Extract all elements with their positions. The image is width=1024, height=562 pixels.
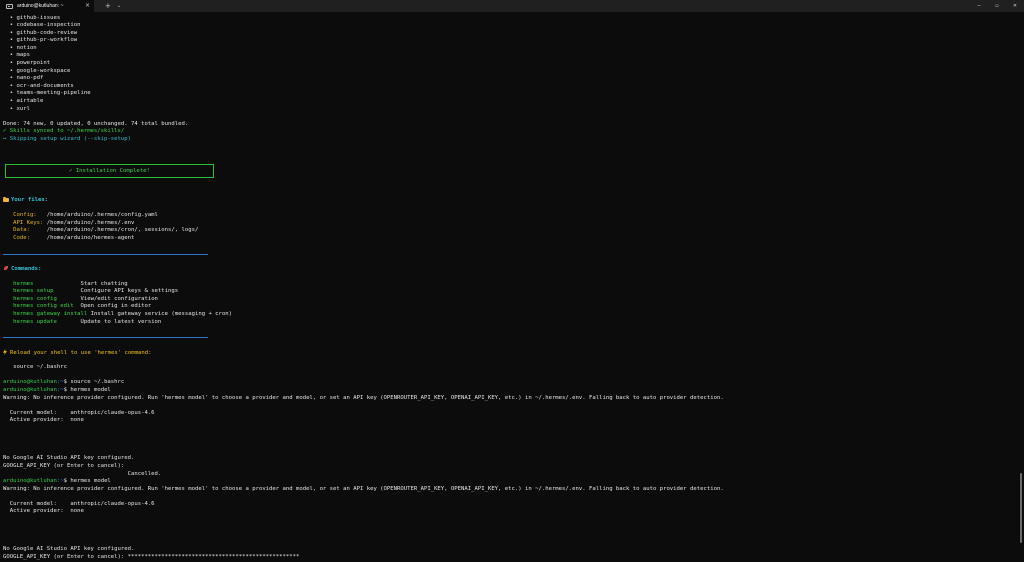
- commands-list: hermes Start chatting hermes setup Confi…: [3, 281, 1013, 327]
- warning-line: Warning: No inference provider configure…: [3, 485, 724, 492]
- title-bar: arduino@kutluhan: ~ × + ⌄ ─ ▫ ✕: [0, 0, 1024, 12]
- skill-list-item: • github-issues: [3, 14, 61, 21]
- command-text: hermes model: [70, 386, 111, 393]
- file-path: /home/arduino/.hermes/.env: [46, 219, 135, 226]
- command-text: hermes model: [70, 478, 111, 485]
- files-heading: Your files:: [11, 197, 49, 203]
- skill-list-item: • codebase-inspection: [3, 22, 81, 29]
- skills-synced-line: ✓ Skills synced to ~/.hermes/skills/: [3, 128, 125, 135]
- command-row: hermes setup Configure API keys & settin…: [3, 288, 1013, 296]
- maximize-button[interactable]: ▫: [988, 0, 1006, 12]
- skills-list: • github-issues • codebase-inspection • …: [3, 15, 1013, 114]
- file-row: Code: /home/arduino/hermes-agent: [3, 235, 1013, 243]
- terminal-tab[interactable]: arduino@kutluhan: ~ ×: [0, 0, 94, 12]
- no-google-key-line: No Google AI Studio API key configured.: [3, 546, 135, 553]
- current-model-line: Current model: anthropic/claude-opus-4.6: [3, 500, 155, 507]
- files-list: Config: /home/arduino/.hermes/config.yam…: [3, 212, 1013, 242]
- command-name: hermes update: [3, 318, 81, 325]
- skill-list-item: • google-workspace: [3, 67, 71, 74]
- skill-list-item: • github-code-review: [3, 29, 78, 36]
- divider: [3, 254, 208, 255]
- no-google-key-line: No Google AI Studio API key configured.: [3, 455, 135, 462]
- command-description: Open config in editor: [80, 303, 152, 310]
- lightning-icon: [3, 349, 7, 355]
- file-row: API Keys: /home/arduino/.hermes/.env: [3, 220, 1013, 228]
- files-section: Your files: Config: /home/arduino/.herme…: [3, 196, 1013, 243]
- commands-section: Commands: hermes Start chatting hermes s…: [3, 266, 1013, 327]
- close-window-button[interactable]: ✕: [1006, 0, 1024, 12]
- active-provider-line: Active provider: none: [3, 508, 84, 515]
- current-model-line: Current model: anthropic/claude-opus-4.6: [3, 409, 155, 416]
- folder-icon: [3, 196, 9, 202]
- file-label: Code:: [3, 234, 47, 241]
- sync-summary: Done: 74 new, 0 updated, 0 unchanged. 74…: [3, 120, 189, 127]
- commands-heading: Commands:: [11, 265, 42, 272]
- active-provider-line: Active provider: none: [3, 417, 84, 424]
- tab-close-icon[interactable]: ×: [85, 2, 90, 10]
- terminal-icon: [6, 3, 13, 9]
- file-path: /home/arduino/.hermes/config.yaml: [46, 212, 158, 219]
- file-label: API Keys:: [3, 219, 47, 226]
- installation-complete-box: ✓ Installation Complete!: [5, 164, 214, 178]
- skill-list-item: • maps: [3, 52, 30, 59]
- cancelled-line: Cancelled.: [3, 470, 162, 477]
- command-name: hermes config edit: [3, 303, 81, 310]
- reload-message: Reload your shell to use 'hermes' comman…: [10, 350, 152, 356]
- skill-list-item: • notion: [3, 44, 37, 51]
- prompt-user: arduino@kutluhan: [3, 478, 57, 485]
- skill-list-item: • airtable: [3, 98, 44, 105]
- skill-list-item: • xurl: [3, 105, 30, 112]
- command-name: hermes gateway install: [3, 311, 88, 318]
- command-description: View/edit configuration: [80, 295, 158, 302]
- command-row: hermes config edit Open config in editor: [3, 303, 1013, 311]
- google-key-input-line[interactable]: GOOGLE_API_KEY (or Enter to cancel): ***…: [3, 554, 1013, 562]
- skill-list-item: • teams-meeting-pipeline: [3, 90, 91, 97]
- prompt-line: arduino@kutluhan:~$ hermes model: [3, 387, 1013, 395]
- chevron-down-icon[interactable]: ⌄: [117, 0, 121, 12]
- skill-list-item: • github-pr-workflow: [3, 37, 78, 44]
- source-command: source ~/.bashrc: [3, 364, 67, 371]
- reload-section: Reload your shell to use 'hermes' comman…: [3, 349, 1013, 562]
- prompt-line: arduino@kutluhan:~$ source ~/.bashrc: [3, 379, 1013, 387]
- prompt-user: arduino@kutluhan: [3, 386, 57, 393]
- prompt-path: :~: [56, 379, 64, 386]
- command-description: Start chatting: [80, 280, 128, 287]
- command-name: hermes setup: [3, 288, 81, 295]
- command-description: Install gateway service (messaging + cro…: [87, 311, 233, 318]
- new-tab-button[interactable]: +: [105, 0, 111, 12]
- file-path: /home/arduino/.hermes/cron/, sessions/, …: [46, 227, 199, 234]
- file-row: Config: /home/arduino/.hermes/config.yam…: [3, 212, 1013, 220]
- command-row: hermes update Update to latest version: [3, 319, 1013, 327]
- terminal-output[interactable]: • github-issues • codebase-inspection • …: [3, 15, 1013, 144]
- command-name: hermes config: [3, 295, 81, 302]
- skill-list-item: • nano-pdf: [3, 75, 44, 82]
- command-name: hermes: [3, 280, 81, 287]
- prompt-path: :~: [56, 386, 64, 393]
- command-description: Update to latest version: [80, 318, 162, 325]
- warning-line: Warning: No inference provider configure…: [3, 394, 724, 401]
- skipping-wizard-line: → Skipping setup wizard (--skip-setup): [3, 136, 131, 142]
- file-label: Config:: [3, 212, 47, 219]
- command-row: hermes gateway install Install gateway s…: [3, 311, 1013, 319]
- skill-list-item: • powerpoint: [3, 60, 51, 67]
- divider: [3, 337, 208, 338]
- command-description: Configure API keys & settings: [80, 288, 179, 295]
- prompt-user: arduino@kutluhan: [3, 379, 57, 386]
- google-key-prompt: GOOGLE_API_KEY (or Enter to cancel):: [3, 462, 125, 469]
- command-row: hermes Start chatting: [3, 281, 1013, 289]
- scrollbar[interactable]: [1020, 473, 1022, 543]
- command-row: hermes config View/edit configuration: [3, 296, 1013, 304]
- file-row: Data: /home/arduino/.hermes/cron/, sessi…: [3, 227, 1013, 235]
- skill-list-item: • ocr-and-documents: [3, 82, 74, 89]
- file-path: /home/arduino/hermes-agent: [46, 234, 135, 241]
- window-controls: ─ ▫ ✕: [970, 0, 1024, 12]
- rocket-icon: [3, 266, 9, 271]
- prompt-line: arduino@kutluhan:~$ hermes model: [3, 478, 1013, 486]
- tab-title: arduino@kutluhan: ~: [17, 3, 64, 9]
- file-label: Data:: [3, 227, 47, 234]
- prompt-path: :~: [56, 478, 64, 485]
- command-text: source ~/.bashrc: [70, 379, 125, 386]
- minimize-button[interactable]: ─: [970, 0, 988, 12]
